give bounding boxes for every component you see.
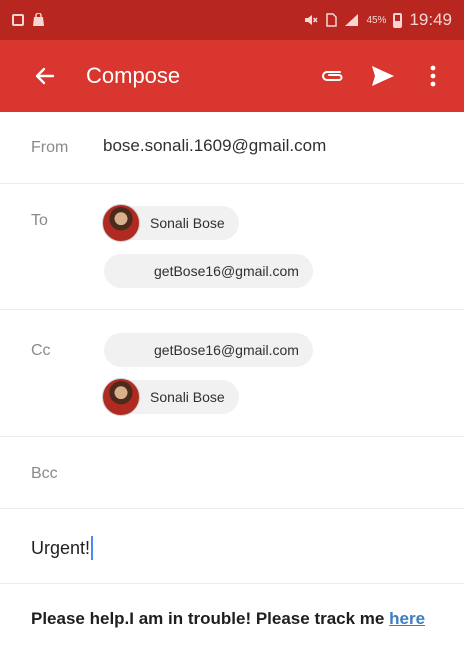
app-actions: [318, 61, 448, 91]
chip-label: getBose16@gmail.com: [154, 342, 299, 358]
signal-icon: [345, 14, 359, 26]
from-row[interactable]: From bose.sonali.1609@gmail.com: [0, 112, 464, 184]
status-time: 19:49: [409, 10, 452, 29]
to-chip-getbose16[interactable]: getBose16@gmail.com: [104, 254, 313, 288]
email-body[interactable]: Please help.I am in trouble! Please trac…: [31, 606, 456, 631]
more-options-button[interactable]: [418, 61, 448, 91]
chip-label: Sonali Bose: [150, 389, 225, 405]
battery-icon: [393, 12, 403, 28]
mute-icon: [305, 15, 319, 25]
cc-row[interactable]: Cc getBose16@gmail.com Sonali Bose: [0, 310, 464, 437]
from-label: From: [31, 139, 69, 156]
battery-percent: 45%: [366, 14, 387, 26]
more-vert-icon: [430, 65, 436, 87]
from-value[interactable]: bose.sonali.1609@gmail.com: [103, 136, 326, 156]
send-icon: [372, 66, 394, 86]
attach-button[interactable]: [318, 61, 348, 91]
to-label: To: [31, 212, 48, 229]
chip-label: getBose16@gmail.com: [154, 263, 299, 279]
text-cursor: [91, 536, 94, 560]
bcc-label: Bcc: [31, 465, 58, 482]
shopping-bag-icon: [33, 13, 44, 26]
screenshot-notification-icon: [12, 14, 24, 26]
avatar: [102, 204, 140, 242]
avatar: [102, 378, 140, 416]
cc-label: Cc: [31, 342, 51, 359]
subject-text: Urgent!: [31, 537, 91, 558]
app-title: Compose: [86, 63, 181, 88]
sim-icon: [326, 13, 338, 27]
subject-field[interactable]: Urgent!: [31, 536, 94, 560]
cc-chip-getbose16[interactable]: getBose16@gmail.com: [104, 333, 313, 367]
arrow-left-icon: [35, 67, 55, 85]
to-row[interactable]: To Sonali Bose getBose16@gmail.com: [0, 184, 464, 310]
status-bar: 45% 19:49: [0, 0, 464, 40]
app-bar: Compose: [0, 40, 464, 112]
status-right: 45% 19:49: [304, 10, 452, 30]
back-button[interactable]: [30, 61, 60, 91]
bcc-row[interactable]: Bcc: [0, 437, 464, 509]
to-chip-sonali-bose[interactable]: Sonali Bose: [102, 204, 239, 242]
send-button[interactable]: [368, 61, 398, 91]
body-link-here[interactable]: here: [389, 609, 425, 628]
body-text: Please help.I am in trouble! Please trac…: [31, 609, 390, 628]
paperclip-icon: [322, 71, 343, 81]
chip-label: Sonali Bose: [150, 215, 225, 231]
cc-chip-sonali-bose[interactable]: Sonali Bose: [102, 378, 239, 416]
status-left: [12, 13, 45, 27]
